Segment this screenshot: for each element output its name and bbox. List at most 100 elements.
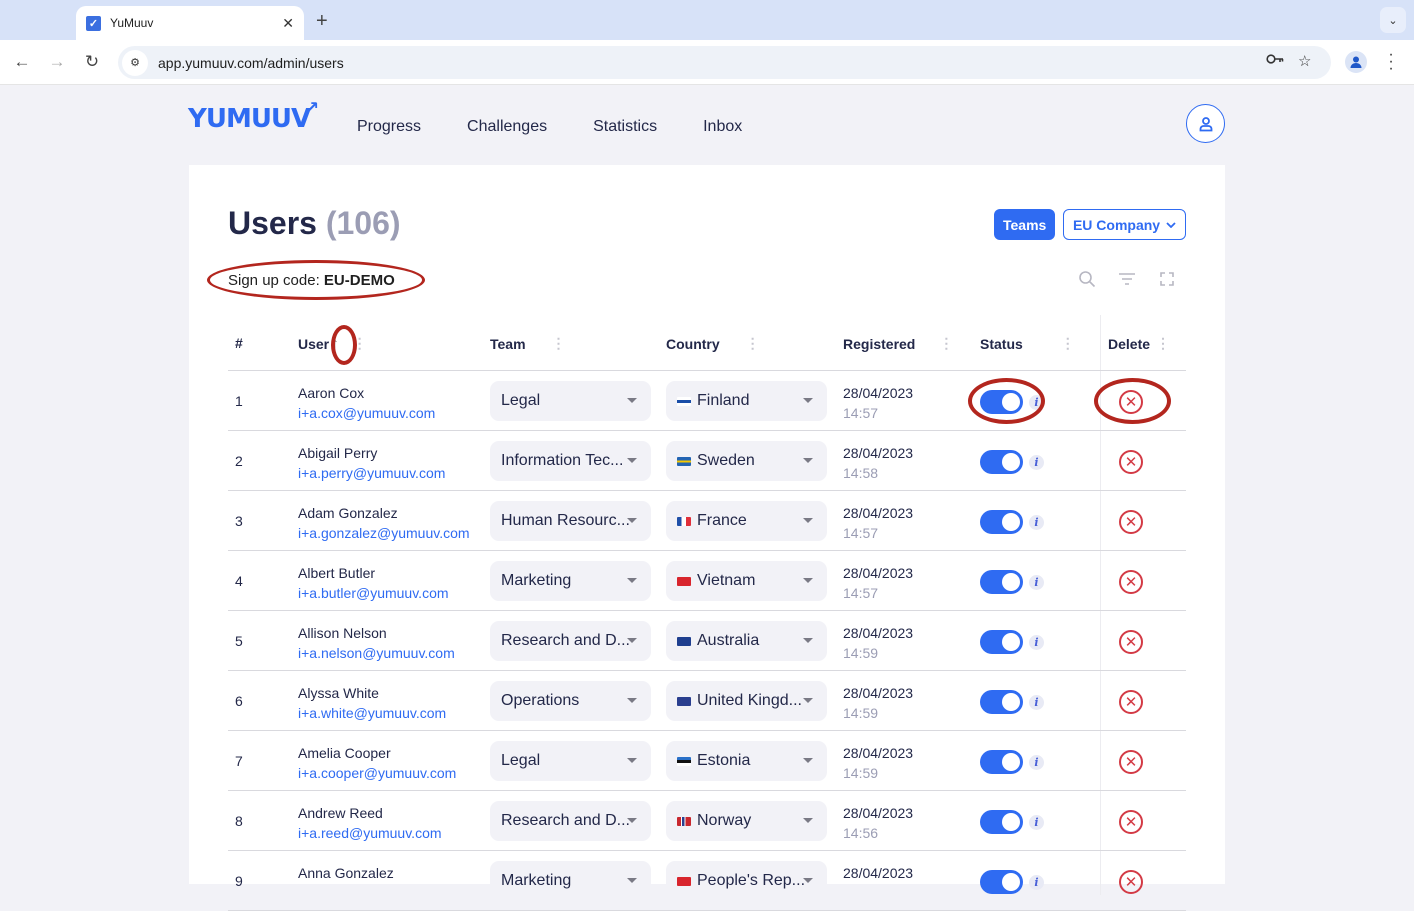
info-icon[interactable]: i (1029, 515, 1044, 530)
country-select[interactable]: People's Rep... (666, 861, 827, 901)
info-icon[interactable]: i (1029, 455, 1044, 470)
country-select[interactable]: United Kingd... (666, 681, 827, 721)
delete-user-button[interactable]: ✕ (1119, 570, 1143, 594)
browser-profile-icon[interactable] (1345, 51, 1367, 73)
forward-icon[interactable]: → (46, 52, 68, 72)
filter-icon[interactable] (1117, 269, 1137, 289)
column-menu-icon[interactable]: ⋮ (353, 335, 367, 352)
nav-statistics[interactable]: Statistics (593, 118, 657, 136)
team-select[interactable]: Information Tec... (490, 441, 651, 481)
status-toggle[interactable] (980, 570, 1023, 594)
registered-cell: 28/04/2023 14:56 (843, 803, 913, 843)
user-name: Abigail Perry (298, 445, 378, 461)
user-email-link[interactable]: i+a.nelson@yumuuv.com (298, 643, 455, 663)
password-key-icon[interactable] (1266, 52, 1284, 69)
user-email-link[interactable]: i+a.gonzalez@yumuuv.com (298, 523, 470, 543)
browser-menu-icon[interactable]: · · · (1385, 47, 1397, 77)
delete-user-button[interactable]: ✕ (1119, 450, 1143, 474)
team-select[interactable]: Human Resourc... (490, 501, 651, 541)
account-button[interactable] (1186, 104, 1225, 143)
nav-challenges[interactable]: Challenges (467, 118, 547, 136)
toggle-knob (1002, 753, 1020, 771)
delete-user-button[interactable]: ✕ (1119, 510, 1143, 534)
info-icon[interactable]: i (1029, 395, 1044, 410)
column-menu-icon[interactable]: ⋮ (939, 335, 953, 352)
new-tab-icon[interactable]: + (316, 10, 328, 33)
address-bar[interactable]: ⚙ app.yumuuv.com/admin/users ☆ (118, 46, 1331, 79)
status-toggle[interactable] (980, 810, 1023, 834)
country-select[interactable]: Australia (666, 621, 827, 661)
country-select[interactable]: Vietnam (666, 561, 827, 601)
country-select[interactable]: Sweden (666, 441, 827, 481)
info-icon[interactable]: i (1029, 575, 1044, 590)
column-header-user[interactable]: User ↑ ⋮ (298, 335, 367, 352)
nav-progress[interactable]: Progress (357, 118, 421, 136)
browser-tab[interactable]: ✓ YuMuuv ✕ (76, 6, 304, 40)
delete-user-button[interactable]: ✕ (1119, 690, 1143, 714)
status-toggle[interactable] (980, 390, 1023, 414)
country-flag-icon (677, 636, 691, 646)
user-email-link[interactable]: i+a.cox@yumuuv.com (298, 403, 435, 423)
delete-user-button[interactable]: ✕ (1119, 810, 1143, 834)
user-email-link[interactable]: i+a.reed@yumuuv.com (298, 823, 442, 843)
user-email-link[interactable]: i+a.butler@yumuuv.com (298, 583, 449, 603)
tab-search-icon[interactable]: ⌄ (1380, 7, 1406, 33)
close-tab-icon[interactable]: ✕ (282, 15, 294, 32)
column-header-delete[interactable]: Delete ⋮ (1108, 335, 1170, 352)
column-header-number[interactable]: # (235, 335, 243, 351)
info-icon[interactable]: i (1029, 695, 1044, 710)
column-menu-icon[interactable]: ⋮ (552, 335, 566, 352)
status-toggle[interactable] (980, 690, 1023, 714)
url-text[interactable]: app.yumuuv.com/admin/users (158, 55, 344, 71)
sort-ascending-icon[interactable]: ↑ (331, 335, 339, 352)
delete-user-button[interactable]: ✕ (1119, 630, 1143, 654)
company-select[interactable]: EU Company (1063, 209, 1186, 240)
country-select[interactable]: France (666, 501, 827, 541)
row-number: 6 (235, 693, 243, 709)
search-icon[interactable] (1077, 269, 1097, 289)
status-toggle[interactable] (980, 510, 1023, 534)
column-menu-icon[interactable]: ⋮ (1156, 335, 1170, 352)
team-select[interactable]: Marketing (490, 861, 651, 901)
info-icon[interactable]: i (1029, 815, 1044, 830)
team-select[interactable]: Research and D... (490, 801, 651, 841)
status-toggle[interactable] (980, 870, 1023, 894)
bookmark-star-icon[interactable]: ☆ (1298, 52, 1311, 70)
info-icon[interactable]: i (1029, 635, 1044, 650)
team-select[interactable]: Research and D... (490, 621, 651, 661)
column-header-country[interactable]: Country ⋮ (666, 335, 760, 352)
nav-inbox[interactable]: Inbox (703, 118, 742, 136)
user-email-link[interactable]: i+a.white@yumuuv.com (298, 703, 446, 723)
country-select[interactable]: Estonia (666, 741, 827, 781)
team-select[interactable]: Legal (490, 741, 651, 781)
column-header-team[interactable]: Team ⋮ (490, 335, 566, 352)
delete-user-button[interactable]: ✕ (1119, 390, 1143, 414)
team-select-value: Operations (501, 692, 580, 709)
info-icon[interactable]: i (1029, 875, 1044, 890)
user-email-link[interactable]: i+a.perry@yumuuv.com (298, 463, 445, 483)
team-select[interactable]: Marketing (490, 561, 651, 601)
delete-user-button[interactable]: ✕ (1119, 750, 1143, 774)
country-select[interactable]: Norway (666, 801, 827, 841)
column-header-registered[interactable]: Registered ⋮ (843, 335, 953, 352)
column-header-status[interactable]: Status ⋮ (980, 335, 1075, 352)
back-icon[interactable]: ← (11, 52, 33, 72)
info-icon[interactable]: i (1029, 755, 1044, 770)
status-toggle[interactable] (980, 630, 1023, 654)
team-select[interactable]: Operations (490, 681, 651, 721)
team-select[interactable]: Legal (490, 381, 651, 421)
user-count: (106) (325, 205, 401, 241)
dropdown-caret-icon (627, 818, 637, 823)
status-toggle[interactable] (980, 450, 1023, 474)
user-email-link[interactable]: i+a.cooper@yumuuv.com (298, 763, 456, 783)
yumuuv-logo[interactable]: YUMUUV ↗ (188, 98, 319, 134)
fullscreen-icon[interactable] (1157, 269, 1177, 289)
column-menu-icon[interactable]: ⋮ (1061, 335, 1075, 352)
column-menu-icon[interactable]: ⋮ (746, 335, 760, 352)
teams-button[interactable]: Teams (994, 209, 1056, 240)
country-select[interactable]: Finland (666, 381, 827, 421)
reload-icon[interactable]: ↻ (81, 52, 103, 72)
delete-user-button[interactable]: ✕ (1119, 870, 1143, 894)
status-toggle[interactable] (980, 750, 1023, 774)
site-info-icon[interactable]: ⚙ (122, 49, 148, 76)
